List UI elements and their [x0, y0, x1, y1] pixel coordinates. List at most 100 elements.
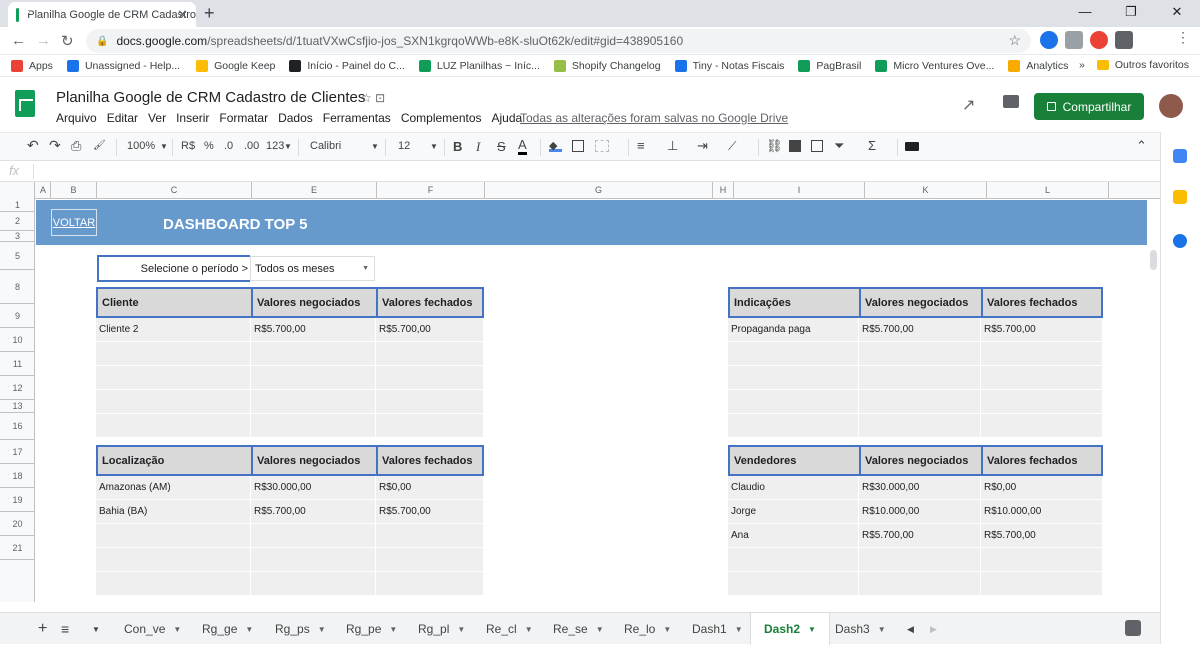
table-cell[interactable]	[981, 548, 1103, 572]
bold-button[interactable]: B	[453, 139, 462, 154]
table-cell[interactable]: R$10.000,00	[859, 500, 981, 524]
functions-icon[interactable]: Σ	[868, 138, 876, 153]
table-cell[interactable]	[981, 572, 1103, 596]
menu-formatar[interactable]: Formatar	[219, 111, 268, 125]
bookmark-pagbrasil[interactable]: PagBrasil	[798, 59, 861, 72]
font-family-select[interactable]: Calibri	[310, 140, 341, 152]
row-header[interactable]: 9	[0, 304, 35, 328]
browser-tab[interactable]: Planilha Google de CRM Cadastro ✕	[8, 2, 196, 27]
menu-ferramentas[interactable]: Ferramentas	[323, 111, 391, 125]
bookmark-painel[interactable]: Início - Painel do C...	[289, 59, 405, 72]
table-cell[interactable]	[251, 390, 376, 414]
table-cell[interactable]: R$5.700,00	[981, 318, 1103, 342]
bookmark-apps[interactable]: Apps	[11, 59, 53, 72]
table-cell[interactable]	[981, 366, 1103, 390]
maximize-button[interactable]: ❐	[1108, 0, 1154, 27]
new-tab-button[interactable]: +	[204, 3, 215, 24]
number-format-select[interactable]: 123	[266, 140, 284, 152]
chevron-down-icon[interactable]: ▼	[245, 625, 253, 634]
bookmark-unassigned[interactable]: Unassigned - Help...	[66, 59, 180, 72]
chevron-down-icon[interactable]: ▼	[457, 625, 465, 634]
sheet-tab-re-lo[interactable]: Re_lo ▼	[624, 613, 671, 645]
trend-icon[interactable]: ↗	[962, 95, 975, 115]
menu-complementos[interactable]: Complementos	[401, 111, 482, 125]
bookmark-micro-ventures[interactable]: Micro Ventures Ove...	[875, 59, 994, 72]
insert-chart-icon[interactable]	[811, 140, 823, 152]
row-header[interactable]: 19	[0, 488, 35, 512]
table-cell[interactable]	[728, 414, 859, 438]
back-button[interactable]: ←	[11, 32, 26, 49]
bookmark-google-keep[interactable]: Google Keep	[196, 59, 275, 72]
add-sheet-button[interactable]: +	[38, 613, 47, 645]
chevron-down-icon[interactable]: ▼	[808, 625, 816, 634]
zoom-select[interactable]: 100%	[127, 140, 155, 152]
text-wrap-icon[interactable]: ⇥	[697, 138, 708, 154]
filter-icon[interactable]: ⏷	[834, 138, 844, 154]
table-cell[interactable]	[376, 548, 484, 572]
column-header[interactable]: G	[485, 182, 713, 199]
borders-icon[interactable]	[572, 140, 584, 152]
table-header-cell[interactable]: Valores fechados	[376, 287, 484, 318]
sheet-tab-rg-ps[interactable]: Rg_ps ▼	[275, 613, 326, 645]
select-all-corner[interactable]	[0, 182, 35, 199]
voltar-link[interactable]: VOLTAR	[51, 209, 97, 236]
table-cell[interactable]	[859, 548, 981, 572]
menu-ver[interactable]: Ver	[148, 111, 166, 125]
explore-icon[interactable]	[1125, 620, 1141, 636]
chevron-down-icon[interactable]: ▼	[389, 625, 397, 634]
formula-input[interactable]	[40, 161, 1150, 182]
table-cell[interactable]	[376, 390, 484, 414]
currency-format-button[interactable]: R$	[181, 140, 195, 152]
bookmark-tiny[interactable]: Tiny - Notas Fiscais	[674, 59, 784, 72]
url-bar[interactable]: 🔒 docs.google.com/spreadsheets/d/1tuatVX…	[86, 29, 1031, 53]
vertical-scrollbar[interactable]	[1150, 250, 1157, 270]
table-cell[interactable]: R$0,00	[376, 476, 484, 500]
extension-block-icon[interactable]	[1090, 31, 1108, 49]
align-left-icon[interactable]: ≡	[637, 138, 645, 153]
table-cell[interactable]: Jorge	[728, 500, 859, 524]
table-cell[interactable]	[981, 390, 1103, 414]
table-cell[interactable]	[376, 524, 484, 548]
sheet-tab-re-se[interactable]: Re_se ▼	[553, 613, 604, 645]
chevron-down-icon[interactable]: ▼	[735, 625, 743, 634]
table-cell[interactable]	[376, 366, 484, 390]
row-header[interactable]: 5	[0, 242, 35, 270]
sheet-tab-rg-ge[interactable]: Rg_ge ▼	[202, 613, 253, 645]
table-cell[interactable]: R$10.000,00	[981, 500, 1103, 524]
table-header-cell[interactable]: Indicações	[728, 287, 859, 318]
table-cell[interactable]	[96, 572, 251, 596]
table-cell[interactable]	[251, 524, 376, 548]
bookmark-luz[interactable]: LUZ Planilhas ~ Iníc...	[418, 59, 540, 72]
row-header[interactable]: 11	[0, 352, 35, 376]
tabs-next-icon[interactable]: ▶	[930, 613, 937, 645]
table-cell[interactable]: R$5.700,00	[376, 318, 484, 342]
bookmark-star-icon[interactable]: ☆	[1008, 32, 1021, 49]
table-cell[interactable]	[96, 366, 251, 390]
sheet-tab-dash3[interactable]: Dash3 ▼	[835, 613, 886, 645]
row-header[interactable]: 3	[0, 231, 35, 242]
column-header[interactable]: B	[51, 182, 97, 199]
percent-format-button[interactable]: %	[204, 140, 214, 152]
keep-icon[interactable]	[1173, 190, 1187, 204]
table-header-cell[interactable]: Valores fechados	[981, 445, 1103, 476]
table-cell[interactable]: Cliente 2	[96, 318, 251, 342]
table-header-cell[interactable]: Valores negociados	[859, 287, 981, 318]
table-cell[interactable]	[96, 390, 251, 414]
table-cell[interactable]	[96, 548, 251, 572]
extension-notes-icon[interactable]	[1065, 31, 1083, 49]
comment-icon[interactable]	[1003, 95, 1019, 108]
chevron-down-icon[interactable]: ▼	[173, 625, 181, 634]
extension-1password-icon[interactable]	[1040, 31, 1058, 49]
column-header[interactable]: K	[865, 182, 987, 199]
insert-link-icon[interactable]: ⛓	[766, 138, 783, 154]
table-cell[interactable]: R$5.700,00	[251, 318, 376, 342]
table-cell[interactable]	[96, 524, 251, 548]
table-cell[interactable]: R$30.000,00	[251, 476, 376, 500]
column-header[interactable]: I	[734, 182, 865, 199]
merge-cells-icon[interactable]	[595, 140, 609, 152]
table-cell[interactable]	[251, 548, 376, 572]
table-cell[interactable]	[728, 572, 859, 596]
close-tab-icon[interactable]: ✕	[177, 7, 188, 23]
table-cell[interactable]	[376, 342, 484, 366]
column-header[interactable]: L	[987, 182, 1109, 199]
